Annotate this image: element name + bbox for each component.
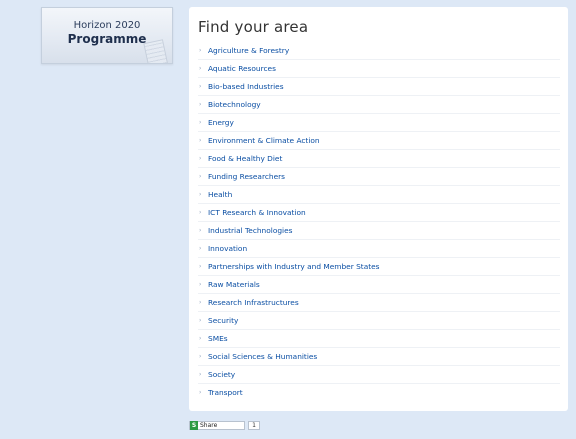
area-link-label: Industrial Technologies [208,226,293,235]
share-label: Share [200,422,218,429]
chevron-right-icon: › [199,173,202,180]
area-link-aquatic-resources[interactable]: › Aquatic Resources [198,60,560,78]
chevron-right-icon: › [199,353,202,360]
area-link-security[interactable]: › Security [198,312,560,330]
find-your-area-panel: Find your area › Agriculture & Forestry › A… [189,7,568,411]
area-link-label: ICT Research & Innovation [208,208,306,217]
chevron-right-icon: › [199,227,202,234]
area-link-biotechnology[interactable]: › Biotechnology [198,96,560,114]
chevron-right-icon: › [199,47,202,54]
area-link-funding-researchers[interactable]: › Funding Researchers [198,168,560,186]
area-link-raw-materials[interactable]: › Raw Materials [198,276,560,294]
share-icon: S [190,421,198,430]
area-link-label: SMEs [208,334,228,343]
chevron-right-icon: › [199,65,202,72]
chevron-right-icon: › [199,155,202,162]
area-link-innovation[interactable]: › Innovation [198,240,560,258]
banner-title: Horizon 2020 [73,20,141,31]
chevron-right-icon: › [199,335,202,342]
area-link-label: Food & Healthy Diet [208,154,283,163]
area-link-label: Transport [208,388,243,397]
panel-title: Find your area [198,18,309,36]
area-link-label: Society [208,370,236,379]
area-link-bio-based-industries[interactable]: › Bio-based Industries [198,78,560,96]
area-link-ict-research-innovation[interactable]: › ICT Research & Innovation [198,204,560,222]
area-link-industrial-technologies[interactable]: › Industrial Technologies [198,222,560,240]
area-link-label: Security [208,316,239,325]
area-link-social-sciences-humanities[interactable]: › Social Sciences & Humanities [198,348,560,366]
area-link-health[interactable]: › Health [198,186,560,204]
horizon-2020-programme-banner[interactable]: Horizon 2020 Programme [41,7,173,64]
area-link-society[interactable]: › Society [198,366,560,384]
area-link-label: Aquatic Resources [208,64,276,73]
chevron-right-icon: › [199,263,202,270]
area-link-label: Health [208,190,233,199]
chevron-right-icon: › [199,245,202,252]
area-link-smes[interactable]: › SMEs [198,330,560,348]
area-link-partnerships-with-industry-and-member-states[interactable]: › Partnerships with Industry and Member S… [198,258,560,276]
area-link-food-healthy-diet[interactable]: › Food & Healthy Diet [198,150,560,168]
area-link-label: Research Infrastructures [208,298,299,307]
chevron-right-icon: › [199,119,202,126]
area-link-research-infrastructures[interactable]: › Research Infrastructures [198,294,560,312]
chevron-right-icon: › [199,371,202,378]
chevron-right-icon: › [199,101,202,108]
chevron-right-icon: › [199,299,202,306]
area-link-label: Social Sciences & Humanities [208,352,318,361]
area-link-label: Environment & Climate Action [208,136,320,145]
area-link-label: Biotechnology [208,100,261,109]
area-link-label: Agriculture & Forestry [208,46,290,55]
chevron-right-icon: › [199,83,202,90]
area-list: › Agriculture & Forestry › Aquatic Resource… [198,42,560,401]
area-link-energy[interactable]: › Energy [198,114,560,132]
share-count: 1 [248,421,260,430]
area-link-label: Funding Researchers [208,172,286,181]
area-link-label: Raw Materials [208,280,260,289]
share-widget: S Share 1 [189,421,260,430]
chevron-right-icon: › [199,191,202,198]
area-link-label: Partnerships with Industry and Member St… [208,262,380,271]
chevron-right-icon: › [199,209,202,216]
share-button[interactable]: S Share [189,421,245,430]
chevron-right-icon: › [199,389,202,396]
area-link-label: Innovation [208,244,248,253]
area-link-environment-climate-action[interactable]: › Environment & Climate Action [198,132,560,150]
area-link-label: Bio-based Industries [208,82,284,91]
chevron-right-icon: › [199,137,202,144]
area-link-agriculture-forestry[interactable]: › Agriculture & Forestry [198,42,560,60]
area-link-label: Energy [208,118,234,127]
chevron-right-icon: › [199,281,202,288]
chevron-right-icon: › [199,317,202,324]
area-link-transport[interactable]: › Transport [198,384,560,401]
